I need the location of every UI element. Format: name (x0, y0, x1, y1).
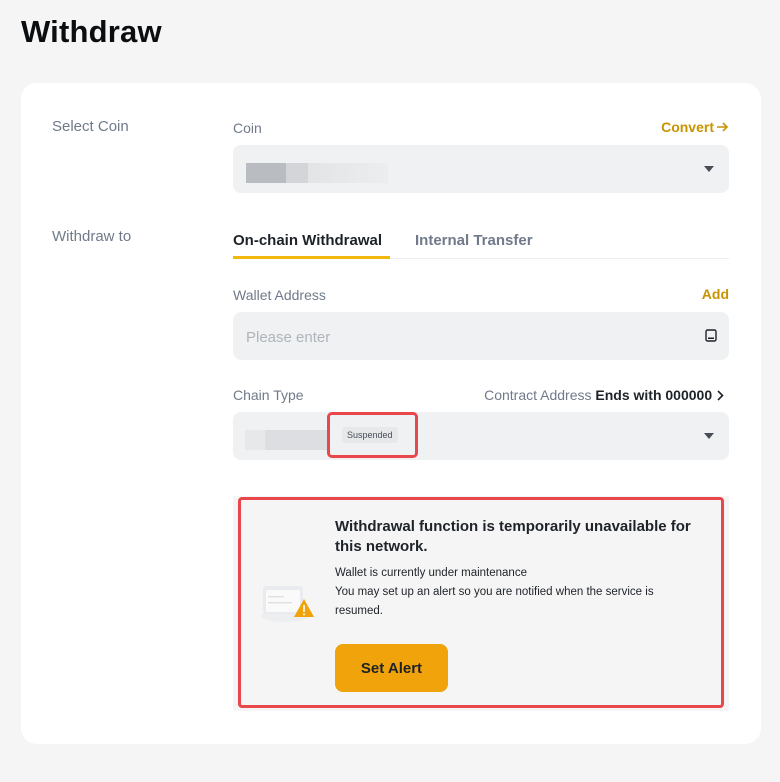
coin-name-redacted-2 (308, 163, 388, 183)
chain-type-select[interactable]: Suspended (233, 412, 729, 460)
convert-link[interactable]: Convert (661, 119, 729, 135)
wallet-address-field[interactable] (233, 312, 729, 362)
coin-name-redacted (286, 163, 308, 183)
chain-name-redacted (265, 430, 327, 450)
contract-address-value: Ends with 000000 (595, 387, 713, 403)
add-label: Add (701, 286, 729, 302)
arrow-right-icon (717, 122, 729, 132)
active-tab-indicator (233, 256, 390, 259)
chain-icon-redacted (245, 430, 265, 450)
add-address-link[interactable]: Add (702, 286, 729, 302)
coin-field-label: Coin (233, 120, 262, 136)
withdraw-to-label: Withdraw to (52, 228, 132, 245)
tab-on-chain-withdrawal[interactable]: On-chain Withdrawal (233, 232, 382, 249)
notice-highlight-outline (238, 497, 724, 708)
wallet-address-input[interactable] (244, 312, 688, 362)
withdraw-card: Select Coin Coin Convert Withdraw to On-… (21, 83, 761, 744)
withdraw-tabs: On-chain Withdrawal Internal Transfer (233, 223, 729, 259)
chain-type-label: Chain Type (233, 387, 304, 403)
wallet-address-label: Wallet Address (233, 287, 326, 303)
address-book-icon[interactable] (705, 329, 717, 342)
suspended-highlight-outline (327, 412, 418, 458)
chevron-down-icon (704, 166, 714, 172)
chevron-right-icon (717, 390, 724, 401)
coin-icon-redacted (246, 163, 286, 183)
contract-address-prefix: Contract Address (484, 387, 592, 403)
contract-address[interactable]: Contract Address Ends with 000000 (484, 387, 726, 403)
tab-internal-transfer[interactable]: Internal Transfer (415, 232, 533, 249)
select-coin-label: Select Coin (52, 118, 129, 135)
page-title: Withdraw (21, 14, 162, 49)
chevron-down-icon (704, 433, 714, 439)
convert-label: Convert (661, 119, 714, 135)
coin-select[interactable] (233, 145, 729, 193)
